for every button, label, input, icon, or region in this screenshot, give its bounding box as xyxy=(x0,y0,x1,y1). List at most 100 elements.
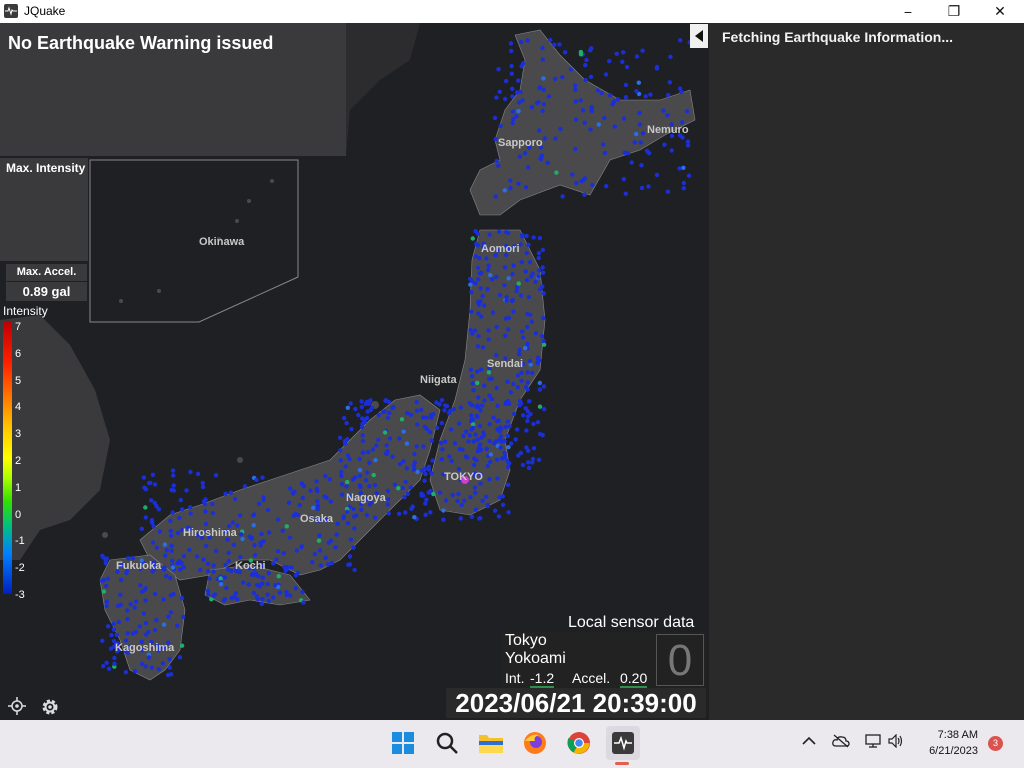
sensor-dot xyxy=(368,398,373,403)
sensor-dot xyxy=(520,98,525,103)
settings-button[interactable] xyxy=(40,697,60,717)
sensor-dot xyxy=(254,594,259,599)
sensor-dot xyxy=(646,184,651,189)
onedrive-tray-button[interactable] xyxy=(832,734,850,751)
sensor-dot xyxy=(100,638,105,643)
volume-tray-button[interactable] xyxy=(888,733,904,751)
sensor-dot xyxy=(152,591,158,597)
legend-tick: 2 xyxy=(15,455,22,467)
sensor-dot xyxy=(443,403,448,408)
sensor-dot xyxy=(385,488,391,493)
sensor-dot xyxy=(514,427,520,432)
sensor-dot xyxy=(478,286,483,291)
tray-clock-date[interactable]: 6/21/2023 xyxy=(912,745,978,757)
search-button[interactable] xyxy=(432,728,462,758)
sensor-dot xyxy=(487,393,492,398)
sensor-dot xyxy=(218,582,224,587)
maximize-button[interactable]: ❐ xyxy=(931,0,977,23)
legend-tick: 1 xyxy=(15,481,22,494)
sensor-dot xyxy=(498,434,504,439)
jquake-taskbar-button[interactable] xyxy=(606,726,640,760)
sensor-dot xyxy=(351,545,356,550)
sensor-dot xyxy=(681,186,686,191)
sensor-dot xyxy=(373,458,378,463)
sensor-dot xyxy=(505,379,510,384)
firefox-button[interactable] xyxy=(520,728,550,758)
sensor-dot xyxy=(506,276,511,281)
file-explorer-button[interactable] xyxy=(476,728,506,758)
sensor-dot xyxy=(524,233,529,239)
sensor-dot xyxy=(289,565,294,570)
sensor-dot xyxy=(500,502,506,507)
sensor-dot xyxy=(224,585,229,591)
chrome-button[interactable] xyxy=(564,728,594,758)
sensor-dot xyxy=(526,165,531,170)
sensor-dot xyxy=(345,521,351,526)
sensor-dot xyxy=(143,586,148,591)
minimize-button[interactable]: − xyxy=(885,0,931,23)
sensor-dot xyxy=(495,476,500,481)
sensor-dot xyxy=(668,54,673,59)
sensor-dot xyxy=(171,483,176,488)
close-button[interactable]: ✕ xyxy=(977,0,1023,23)
sensor-dot xyxy=(482,383,487,388)
sensor-dot xyxy=(254,477,259,483)
sensor-dot xyxy=(260,475,265,480)
sensor-dot xyxy=(589,104,594,110)
sensor-dot xyxy=(510,94,515,99)
sensor-dot xyxy=(364,512,370,518)
sensor-dot xyxy=(151,524,156,529)
collapse-panel-button[interactable] xyxy=(690,24,708,48)
sensor-dot xyxy=(411,463,417,468)
sensor-dot xyxy=(473,432,478,437)
search-icon xyxy=(436,732,458,754)
sensor-dot xyxy=(510,86,515,92)
max-accel-panel: Max. Accel. 0.89 gal xyxy=(6,264,87,302)
locate-button[interactable] xyxy=(8,697,26,715)
chevron-up-icon xyxy=(802,736,816,745)
sensor-dot xyxy=(156,667,161,672)
sensor-dot xyxy=(335,521,340,526)
sensor-dot xyxy=(510,120,515,126)
sensor-dot xyxy=(634,54,640,59)
sensor-dot xyxy=(222,575,227,580)
sensor-dot xyxy=(603,72,609,77)
sensor-dot xyxy=(101,663,106,669)
map-label-sendai: Sendai xyxy=(487,358,524,370)
tray-clock-time[interactable]: 7:38 AM xyxy=(922,729,978,741)
sensor-dot xyxy=(479,270,484,275)
sensor-dot xyxy=(582,192,587,197)
sensor-dot xyxy=(281,550,286,556)
sensor-dot xyxy=(503,333,508,338)
sensor-dot xyxy=(487,376,492,381)
sensor-dot xyxy=(541,342,547,347)
network-tray-button[interactable] xyxy=(864,734,882,751)
sensor-dot xyxy=(508,186,513,191)
sensor-dot xyxy=(167,665,172,670)
sensor-dot xyxy=(345,479,350,485)
sensor-dot xyxy=(525,38,530,43)
sensor-dot xyxy=(486,267,491,273)
sensor-dot xyxy=(154,618,159,623)
sensor-dot xyxy=(360,416,365,421)
sensor-dot xyxy=(300,589,305,595)
tray-overflow-button[interactable] xyxy=(802,734,816,749)
sensor-dot xyxy=(232,595,237,600)
sensor-dot xyxy=(337,435,343,440)
sensor-dot xyxy=(508,41,514,46)
sensor-dot xyxy=(678,38,683,43)
sensor-dot xyxy=(181,554,186,559)
notification-badge[interactable]: 3 xyxy=(988,736,1003,751)
sensor-dot xyxy=(341,514,346,519)
sensor-dot xyxy=(177,655,183,660)
sensor-dot xyxy=(476,334,481,339)
sensor-dot xyxy=(461,433,466,439)
start-button[interactable] xyxy=(388,728,418,758)
sensor-dot xyxy=(441,508,446,513)
sensor-dot xyxy=(426,490,431,495)
sensor-dot xyxy=(540,46,545,51)
sensor-dot xyxy=(315,499,320,504)
sensor-dot xyxy=(261,539,266,544)
sensor-dot xyxy=(338,458,343,463)
sensor-dot xyxy=(146,480,152,486)
